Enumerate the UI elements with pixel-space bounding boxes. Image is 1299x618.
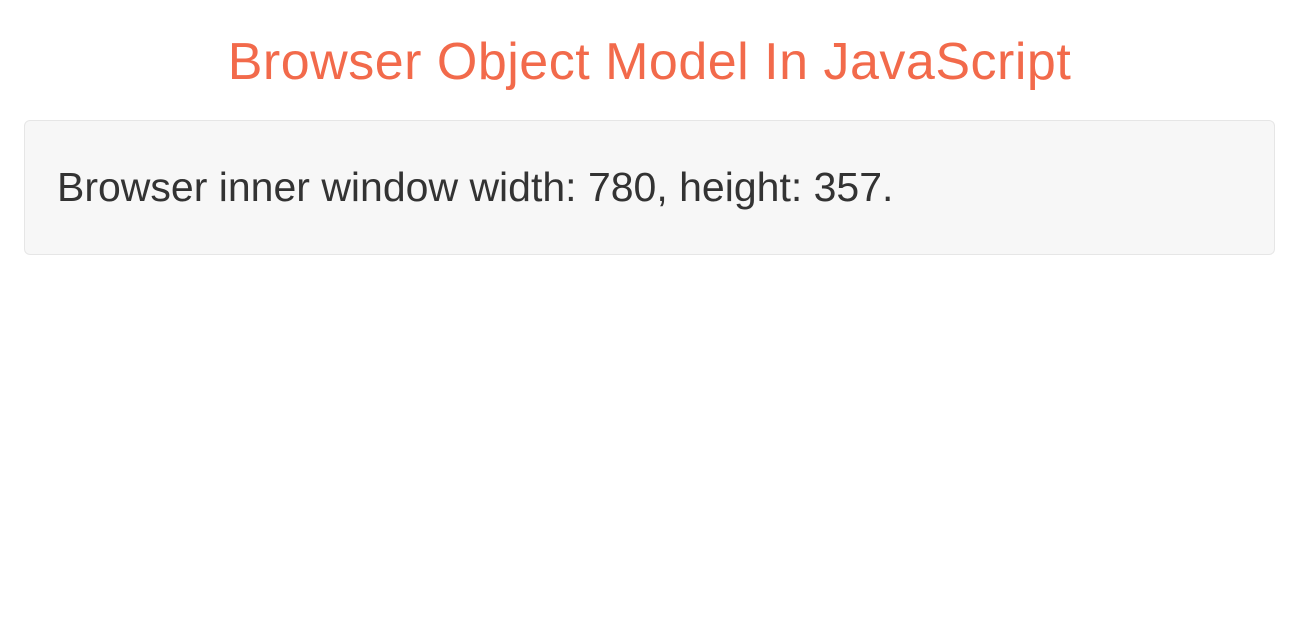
page-title: Browser Object Model In JavaScript (0, 32, 1299, 92)
window-dimensions-text: Browser inner window width: 780, height:… (57, 163, 1242, 212)
info-panel: Browser inner window width: 780, height:… (24, 120, 1275, 255)
